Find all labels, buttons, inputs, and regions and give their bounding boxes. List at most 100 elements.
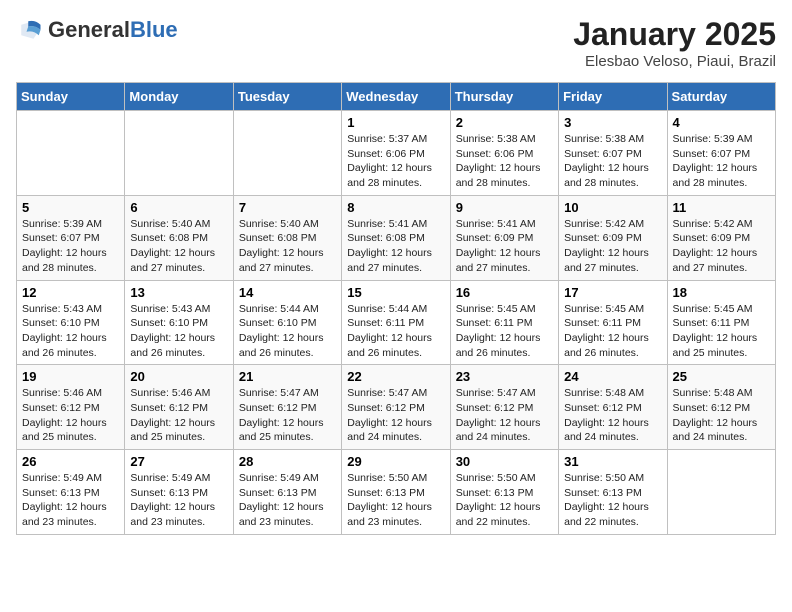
calendar-cell: 21 Sunrise: 5:47 AM Sunset: 6:12 PM Dayl… — [233, 365, 341, 450]
sunrise-text: Sunrise: 5:40 AM — [130, 218, 210, 230]
daylight-text: Daylight: 12 hours and 28 minutes. — [22, 247, 107, 274]
sunset-text: Sunset: 6:07 PM — [22, 232, 100, 244]
daylight-text: Daylight: 12 hours and 24 minutes. — [347, 417, 432, 444]
day-number: 30 — [456, 454, 553, 469]
calendar-cell: 27 Sunrise: 5:49 AM Sunset: 6:13 PM Dayl… — [125, 450, 233, 535]
sunrise-text: Sunrise: 5:46 AM — [22, 387, 102, 399]
col-header-sunday: Sunday — [17, 83, 125, 111]
sunrise-text: Sunrise: 5:39 AM — [673, 133, 753, 145]
cell-info: Sunrise: 5:42 AM Sunset: 6:09 PM Dayligh… — [564, 217, 661, 276]
sunset-text: Sunset: 6:07 PM — [564, 148, 642, 160]
day-number: 20 — [130, 369, 227, 384]
day-number: 26 — [22, 454, 119, 469]
cell-info: Sunrise: 5:41 AM Sunset: 6:08 PM Dayligh… — [347, 217, 444, 276]
logo-text: GeneralBlue — [48, 18, 178, 42]
calendar-cell: 11 Sunrise: 5:42 AM Sunset: 6:09 PM Dayl… — [667, 195, 775, 280]
cell-info: Sunrise: 5:43 AM Sunset: 6:10 PM Dayligh… — [22, 302, 119, 361]
sunrise-text: Sunrise: 5:49 AM — [22, 472, 102, 484]
col-header-saturday: Saturday — [667, 83, 775, 111]
cell-info: Sunrise: 5:49 AM Sunset: 6:13 PM Dayligh… — [22, 471, 119, 530]
calendar-cell: 15 Sunrise: 5:44 AM Sunset: 6:11 PM Dayl… — [342, 280, 450, 365]
daylight-text: Daylight: 12 hours and 27 minutes. — [456, 247, 541, 274]
calendar-cell: 17 Sunrise: 5:45 AM Sunset: 6:11 PM Dayl… — [559, 280, 667, 365]
calendar-cell: 28 Sunrise: 5:49 AM Sunset: 6:13 PM Dayl… — [233, 450, 341, 535]
sunset-text: Sunset: 6:09 PM — [673, 232, 751, 244]
day-number: 23 — [456, 369, 553, 384]
cell-info: Sunrise: 5:48 AM Sunset: 6:12 PM Dayligh… — [564, 386, 661, 445]
calendar-cell: 5 Sunrise: 5:39 AM Sunset: 6:07 PM Dayli… — [17, 195, 125, 280]
sunset-text: Sunset: 6:12 PM — [456, 402, 534, 414]
sunrise-text: Sunrise: 5:47 AM — [239, 387, 319, 399]
calendar-cell — [233, 111, 341, 196]
day-number: 2 — [456, 115, 553, 130]
calendar-cell: 16 Sunrise: 5:45 AM Sunset: 6:11 PM Dayl… — [450, 280, 558, 365]
sunrise-text: Sunrise: 5:50 AM — [347, 472, 427, 484]
sunset-text: Sunset: 6:13 PM — [130, 487, 208, 499]
daylight-text: Daylight: 12 hours and 26 minutes. — [22, 332, 107, 359]
sunset-text: Sunset: 6:12 PM — [22, 402, 100, 414]
calendar-cell: 8 Sunrise: 5:41 AM Sunset: 6:08 PM Dayli… — [342, 195, 450, 280]
day-number: 29 — [347, 454, 444, 469]
sunset-text: Sunset: 6:13 PM — [239, 487, 317, 499]
calendar-week-row: 19 Sunrise: 5:46 AM Sunset: 6:12 PM Dayl… — [17, 365, 776, 450]
sunrise-text: Sunrise: 5:37 AM — [347, 133, 427, 145]
calendar-cell: 12 Sunrise: 5:43 AM Sunset: 6:10 PM Dayl… — [17, 280, 125, 365]
location: Elesbao Veloso, Piaui, Brazil — [573, 53, 776, 70]
daylight-text: Daylight: 12 hours and 24 minutes. — [564, 417, 649, 444]
calendar-header-row: SundayMondayTuesdayWednesdayThursdayFrid… — [17, 83, 776, 111]
day-number: 7 — [239, 200, 336, 215]
sunset-text: Sunset: 6:12 PM — [564, 402, 642, 414]
calendar-week-row: 26 Sunrise: 5:49 AM Sunset: 6:13 PM Dayl… — [17, 450, 776, 535]
calendar-cell: 6 Sunrise: 5:40 AM Sunset: 6:08 PM Dayli… — [125, 195, 233, 280]
calendar-table: SundayMondayTuesdayWednesdayThursdayFrid… — [16, 82, 776, 535]
cell-info: Sunrise: 5:42 AM Sunset: 6:09 PM Dayligh… — [673, 217, 770, 276]
day-number: 6 — [130, 200, 227, 215]
sunrise-text: Sunrise: 5:38 AM — [456, 133, 536, 145]
day-number: 25 — [673, 369, 770, 384]
daylight-text: Daylight: 12 hours and 26 minutes. — [456, 332, 541, 359]
cell-info: Sunrise: 5:38 AM Sunset: 6:06 PM Dayligh… — [456, 132, 553, 191]
sunset-text: Sunset: 6:08 PM — [239, 232, 317, 244]
cell-info: Sunrise: 5:45 AM Sunset: 6:11 PM Dayligh… — [456, 302, 553, 361]
daylight-text: Daylight: 12 hours and 23 minutes. — [347, 501, 432, 528]
cell-info: Sunrise: 5:47 AM Sunset: 6:12 PM Dayligh… — [456, 386, 553, 445]
calendar-cell: 23 Sunrise: 5:47 AM Sunset: 6:12 PM Dayl… — [450, 365, 558, 450]
cell-info: Sunrise: 5:50 AM Sunset: 6:13 PM Dayligh… — [564, 471, 661, 530]
page-header: GeneralBlue January 2025 Elesbao Veloso,… — [16, 16, 776, 70]
daylight-text: Daylight: 12 hours and 28 minutes. — [347, 162, 432, 189]
day-number: 31 — [564, 454, 661, 469]
sunrise-text: Sunrise: 5:45 AM — [673, 303, 753, 315]
daylight-text: Daylight: 12 hours and 24 minutes. — [456, 417, 541, 444]
daylight-text: Daylight: 12 hours and 24 minutes. — [673, 417, 758, 444]
day-number: 28 — [239, 454, 336, 469]
calendar-cell — [125, 111, 233, 196]
day-number: 8 — [347, 200, 444, 215]
cell-info: Sunrise: 5:38 AM Sunset: 6:07 PM Dayligh… — [564, 132, 661, 191]
sunset-text: Sunset: 6:13 PM — [564, 487, 642, 499]
day-number: 5 — [22, 200, 119, 215]
calendar-cell: 4 Sunrise: 5:39 AM Sunset: 6:07 PM Dayli… — [667, 111, 775, 196]
calendar-cell: 20 Sunrise: 5:46 AM Sunset: 6:12 PM Dayl… — [125, 365, 233, 450]
cell-info: Sunrise: 5:46 AM Sunset: 6:12 PM Dayligh… — [130, 386, 227, 445]
daylight-text: Daylight: 12 hours and 26 minutes. — [564, 332, 649, 359]
calendar-cell: 3 Sunrise: 5:38 AM Sunset: 6:07 PM Dayli… — [559, 111, 667, 196]
daylight-text: Daylight: 12 hours and 26 minutes. — [130, 332, 215, 359]
sunrise-text: Sunrise: 5:47 AM — [347, 387, 427, 399]
sunset-text: Sunset: 6:08 PM — [347, 232, 425, 244]
daylight-text: Daylight: 12 hours and 27 minutes. — [130, 247, 215, 274]
col-header-tuesday: Tuesday — [233, 83, 341, 111]
title-block: January 2025 Elesbao Veloso, Piaui, Braz… — [573, 16, 776, 70]
daylight-text: Daylight: 12 hours and 23 minutes. — [239, 501, 324, 528]
cell-info: Sunrise: 5:40 AM Sunset: 6:08 PM Dayligh… — [130, 217, 227, 276]
sunset-text: Sunset: 6:10 PM — [239, 317, 317, 329]
day-number: 4 — [673, 115, 770, 130]
daylight-text: Daylight: 12 hours and 23 minutes. — [130, 501, 215, 528]
daylight-text: Daylight: 12 hours and 22 minutes. — [456, 501, 541, 528]
col-header-friday: Friday — [559, 83, 667, 111]
sunrise-text: Sunrise: 5:44 AM — [347, 303, 427, 315]
calendar-body: 1 Sunrise: 5:37 AM Sunset: 6:06 PM Dayli… — [17, 111, 776, 535]
calendar-cell: 2 Sunrise: 5:38 AM Sunset: 6:06 PM Dayli… — [450, 111, 558, 196]
daylight-text: Daylight: 12 hours and 28 minutes. — [564, 162, 649, 189]
calendar-cell: 26 Sunrise: 5:49 AM Sunset: 6:13 PM Dayl… — [17, 450, 125, 535]
day-number: 13 — [130, 285, 227, 300]
